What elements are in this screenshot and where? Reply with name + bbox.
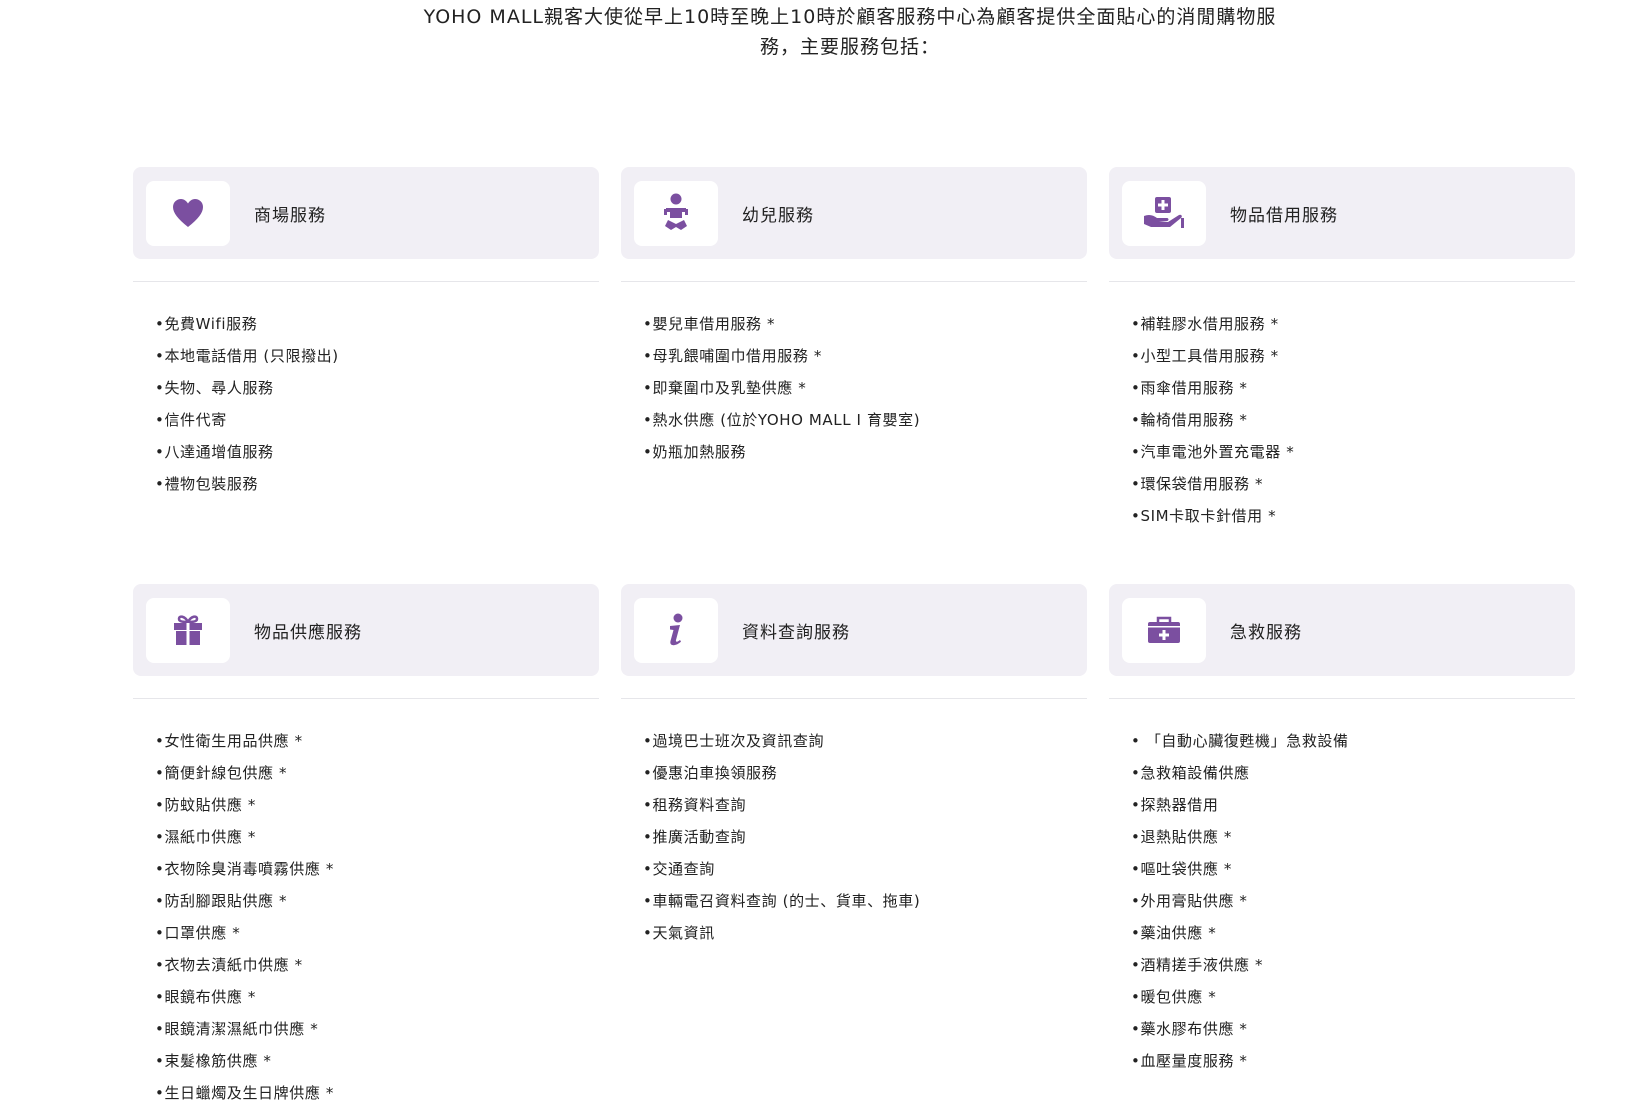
- list-item: 口罩供應 *: [155, 917, 599, 949]
- card-info-services: 資料查詢服務 過境巴士班次及資訊查詢 優惠泊車換領服務 租務資料查詢 推廣活動查…: [621, 584, 1087, 1109]
- list-item: 免費Wifi服務: [155, 308, 599, 340]
- service-list: 「自動心臟復甦機」急救設備 急救箱設備供應 探熱器借用 退熱貼供應 * 嘔吐袋供…: [1109, 699, 1575, 1077]
- list-item: 急救箱設備供應: [1131, 757, 1575, 789]
- list-item: 車輛電召資料查詢 (的士、貨車、拖車): [643, 885, 1087, 917]
- icon-box: [1122, 597, 1206, 663]
- heart-icon: [173, 199, 203, 227]
- icon-box: [634, 180, 718, 246]
- list-item: 汽車電池外置充電器 *: [1131, 436, 1575, 468]
- first-aid-kit-icon: [1148, 616, 1180, 643]
- service-list: 補鞋膠水借用服務 * 小型工具借用服務 * 雨傘借用服務 * 輪椅借用服務 * …: [1109, 282, 1575, 532]
- list-item: 生日蠟燭及生日牌供應 *: [155, 1077, 599, 1109]
- service-list: 嬰兒車借用服務 * 母乳餵哺圍巾借用服務 * 即棄圍巾及乳墊供應 * 熱水供應 …: [621, 282, 1087, 468]
- card-title: 商場服務: [254, 205, 326, 226]
- list-item: 探熱器借用: [1131, 789, 1575, 821]
- list-item: 失物、尋人服務: [155, 372, 599, 404]
- list-item: 眼鏡布供應 *: [155, 981, 599, 1013]
- list-item: 女性衛生用品供應 *: [155, 725, 599, 757]
- list-item: 天氣資訊: [643, 917, 1087, 949]
- icon-box: [634, 597, 718, 663]
- card-mall-services: 商場服務 免費Wifi服務 本地電話借用 (只限撥出) 失物、尋人服務 信件代寄…: [133, 167, 599, 584]
- card-borrowing-services: 物品借用服務 補鞋膠水借用服務 * 小型工具借用服務 * 雨傘借用服務 * 輪椅…: [1109, 167, 1575, 584]
- card-title: 資料查詢服務: [742, 622, 850, 643]
- list-item: 嘔吐袋供應 *: [1131, 853, 1575, 885]
- list-item: 熱水供應 (位於YOHO MALL I 育嬰室): [643, 404, 1087, 436]
- card-title: 物品借用服務: [1230, 205, 1338, 226]
- list-item: 藥水膠布供應 *: [1131, 1013, 1575, 1045]
- list-item: 母乳餵哺圍巾借用服務 *: [643, 340, 1087, 372]
- card-title: 幼兒服務: [742, 205, 814, 226]
- list-item: 防蚊貼供應 *: [155, 789, 599, 821]
- list-item: 過境巴士班次及資訊查詢: [643, 725, 1087, 757]
- list-item: 衣物除臭消毒噴霧供應 *: [155, 853, 599, 885]
- list-item: 交通查詢: [643, 853, 1087, 885]
- card-title: 急救服務: [1230, 622, 1302, 643]
- hand-box-icon: [1144, 197, 1184, 228]
- card-first-aid-services: 急救服務 「自動心臟復甦機」急救設備 急救箱設備供應 探熱器借用 退熱貼供應 *…: [1109, 584, 1575, 1109]
- list-item: 優惠泊車換領服務: [643, 757, 1087, 789]
- list-item: SIM卡取卡針借用 *: [1131, 500, 1575, 532]
- service-list: 女性衛生用品供應 * 簡便針線包供應 * 防蚊貼供應 * 濕紙巾供應 * 衣物除…: [133, 699, 599, 1109]
- card-header: 商場服務: [133, 167, 599, 259]
- list-item: 雨傘借用服務 *: [1131, 372, 1575, 404]
- icon-box: [146, 597, 230, 663]
- list-item: 簡便針線包供應 *: [155, 757, 599, 789]
- list-item: 推廣活動查詢: [643, 821, 1087, 853]
- list-item: 嬰兒車借用服務 *: [643, 308, 1087, 340]
- list-item: 衣物去漬紙巾供應 *: [155, 949, 599, 981]
- list-item: 暖包供應 *: [1131, 981, 1575, 1013]
- info-icon: [670, 613, 683, 646]
- list-item: 信件代寄: [155, 404, 599, 436]
- list-item: 即棄圍巾及乳墊供應 *: [643, 372, 1087, 404]
- card-header: 物品供應服務: [133, 584, 599, 676]
- card-baby-services: 幼兒服務 嬰兒車借用服務 * 母乳餵哺圍巾借用服務 * 即棄圍巾及乳墊供應 * …: [621, 167, 1087, 584]
- card-header: 資料查詢服務: [621, 584, 1087, 676]
- list-item: 禮物包裝服務: [155, 468, 599, 500]
- baby-icon: [664, 193, 688, 230]
- gift-icon: [174, 615, 202, 645]
- list-item: 濕紙巾供應 *: [155, 821, 599, 853]
- list-item: 血壓量度服務 *: [1131, 1045, 1575, 1077]
- list-item: 奶瓶加熱服務: [643, 436, 1087, 468]
- list-item: 藥油供應 *: [1131, 917, 1575, 949]
- list-item: 外用膏貼供應 *: [1131, 885, 1575, 917]
- intro-line-1: YOHO MALL親客大使從早上10時至晚上10時於顧客服務中心為顧客提供全面貼…: [423, 6, 1277, 28]
- services-grid: 商場服務 免費Wifi服務 本地電話借用 (只限撥出) 失物、尋人服務 信件代寄…: [133, 167, 1587, 1109]
- intro-line-2: 務，主要服務包括：: [759, 36, 940, 58]
- list-item: 輪椅借用服務 *: [1131, 404, 1575, 436]
- card-header: 急救服務: [1109, 584, 1575, 676]
- list-item: 酒精搓手液供應 *: [1131, 949, 1575, 981]
- list-item: 防刮腳跟貼供應 *: [155, 885, 599, 917]
- list-item: 環保袋借用服務 *: [1131, 468, 1575, 500]
- list-item: 租務資料查詢: [643, 789, 1087, 821]
- list-item: 束髮橡筋供應 *: [155, 1045, 599, 1077]
- list-item: 眼鏡清潔濕紙巾供應 *: [155, 1013, 599, 1045]
- service-list: 免費Wifi服務 本地電話借用 (只限撥出) 失物、尋人服務 信件代寄 八達通增…: [133, 282, 599, 500]
- card-supply-services: 物品供應服務 女性衛生用品供應 * 簡便針線包供應 * 防蚊貼供應 * 濕紙巾供…: [133, 584, 599, 1109]
- intro-text: YOHO MALL親客大使從早上10時至晚上10時於顧客服務中心為顧客提供全面貼…: [380, 2, 1320, 62]
- list-item: 退熱貼供應 *: [1131, 821, 1575, 853]
- icon-box: [146, 180, 230, 246]
- list-item: 「自動心臟復甦機」急救設備: [1131, 725, 1575, 757]
- card-title: 物品供應服務: [254, 622, 362, 643]
- list-item: 小型工具借用服務 *: [1131, 340, 1575, 372]
- icon-box: [1122, 180, 1206, 246]
- list-item: 補鞋膠水借用服務 *: [1131, 308, 1575, 340]
- list-item: 本地電話借用 (只限撥出): [155, 340, 599, 372]
- service-list: 過境巴士班次及資訊查詢 優惠泊車換領服務 租務資料查詢 推廣活動查詢 交通查詢 …: [621, 699, 1087, 949]
- card-header: 物品借用服務: [1109, 167, 1575, 259]
- card-header: 幼兒服務: [621, 167, 1087, 259]
- list-item: 八達通增值服務: [155, 436, 599, 468]
